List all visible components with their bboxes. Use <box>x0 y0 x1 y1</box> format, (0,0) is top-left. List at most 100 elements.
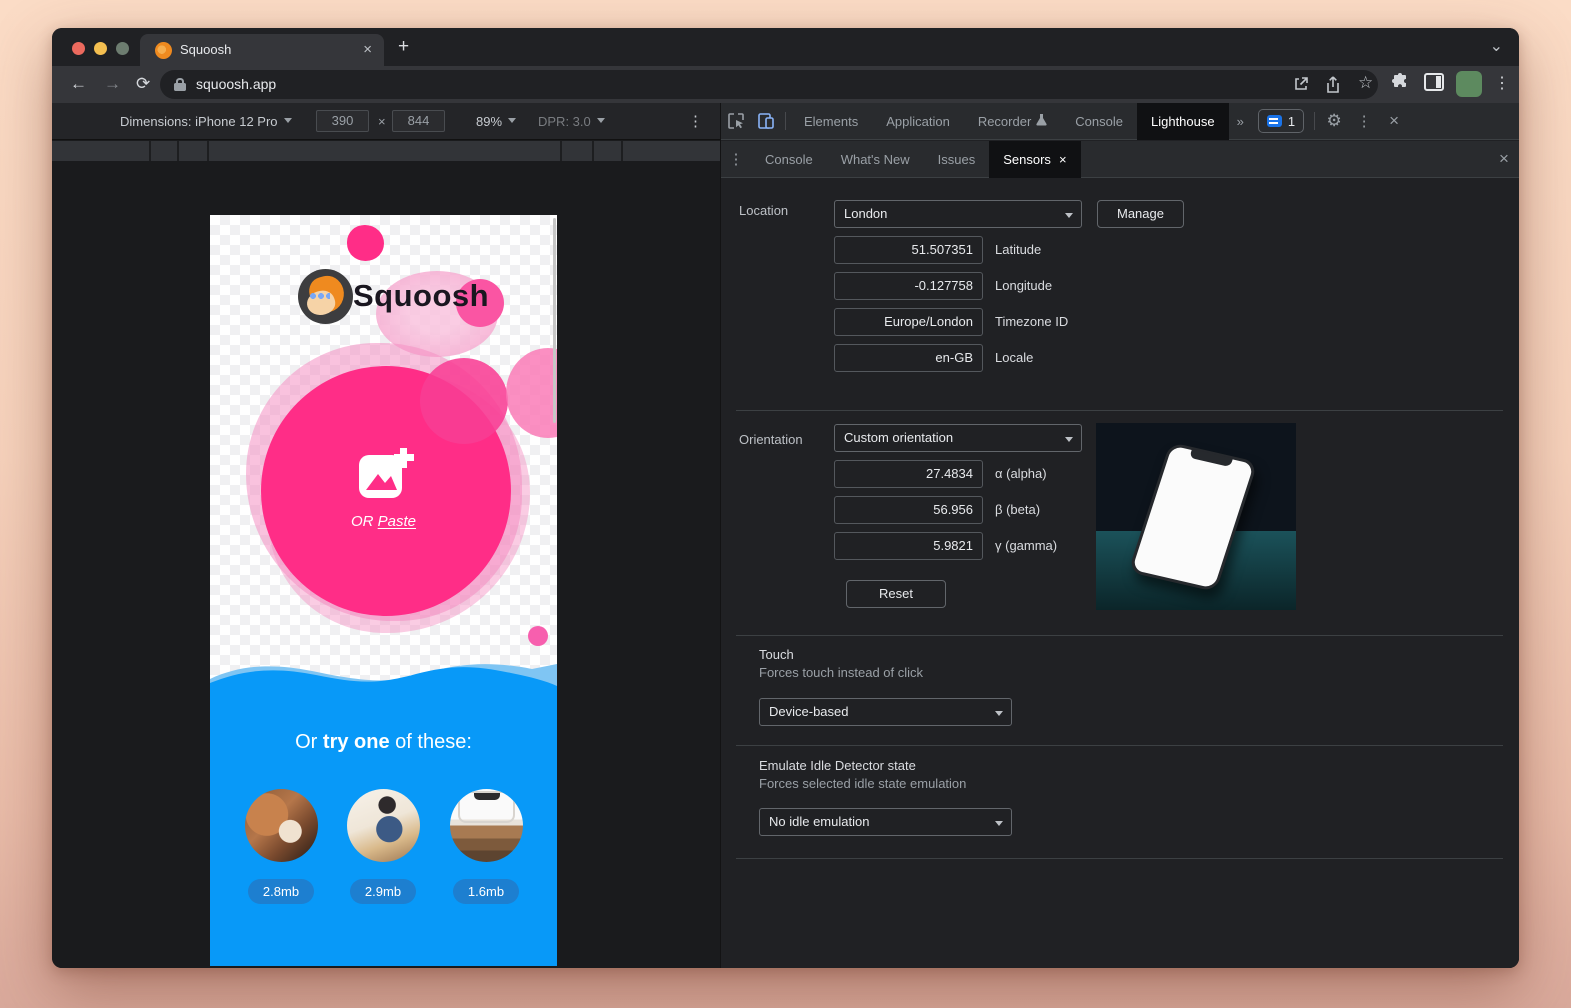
ruler-tick <box>621 141 623 161</box>
ruler-tick <box>560 141 562 161</box>
caret-down-icon <box>597 118 605 127</box>
minimize-window-button[interactable] <box>94 42 107 55</box>
device-select[interactable]: Dimensions: iPhone 12 Pro <box>120 114 292 129</box>
decor-pink-dot <box>347 225 384 261</box>
inspect-element-icon[interactable] <box>721 108 751 134</box>
maximize-window-button[interactable] <box>116 42 129 55</box>
sensors-panel: Location London Manage 51.507351 Latitud… <box>721 179 1519 968</box>
drawer-close-icon[interactable]: × <box>1489 146 1519 172</box>
device-ruler <box>52 141 720 161</box>
chat-bubble-icon <box>1267 115 1282 127</box>
tab-lighthouse[interactable]: Lighthouse <box>1137 103 1229 140</box>
reset-button[interactable]: Reset <box>846 580 946 608</box>
extensions-puzzle-icon[interactable] <box>1390 73 1410 93</box>
ruler-tick <box>149 141 151 161</box>
latitude-label: Latitude <box>995 236 1041 264</box>
devtools-tab-bar: Elements Application Recorder Console Li… <box>721 103 1519 140</box>
tab-console[interactable]: Console <box>1061 103 1137 140</box>
samples-section: Or try one of these: 2.8mb 2.9mb 1.6mb <box>210 693 557 966</box>
drawer-tab-bar: ⋮ Console What's New Issues Sensors× × <box>721 141 1519 178</box>
idle-title: Emulate Idle Detector state <box>759 758 916 773</box>
nails-shape <box>310 293 330 299</box>
idle-subtitle: Forces selected idle state emulation <box>759 776 966 791</box>
alpha-input[interactable]: 27.4834 <box>834 460 983 488</box>
open-in-new-icon[interactable] <box>1293 76 1309 92</box>
tab-close-icon[interactable]: × <box>363 41 372 58</box>
page-scrollbar[interactable] <box>553 218 556 423</box>
drawer-tab-whats-new[interactable]: What's New <box>827 141 924 178</box>
locale-label: Locale <box>995 344 1033 372</box>
drawer-tab-sensors[interactable]: Sensors× <box>989 141 1080 178</box>
squoosh-favicon-icon <box>155 42 172 59</box>
tab-elements[interactable]: Elements <box>790 103 872 140</box>
caret-down-icon <box>284 118 292 127</box>
orientation-label: Orientation <box>739 432 803 447</box>
paste-link[interactable]: Paste <box>378 513 416 530</box>
close-window-button[interactable] <box>72 42 85 55</box>
phone-notch <box>1189 449 1233 467</box>
browser-menu-icon[interactable]: ⋮ <box>1494 73 1510 93</box>
device-toolbar-toggle-icon[interactable] <box>751 108 781 134</box>
latitude-input[interactable]: 51.507351 <box>834 236 983 264</box>
devtools-pane: Elements Application Recorder Console Li… <box>720 103 1519 968</box>
sample-red-panda-photo[interactable] <box>245 789 318 862</box>
decor-pink-dot-small <box>528 626 548 646</box>
touch-select[interactable]: Device-based <box>759 698 1012 726</box>
sample-artwork-illustration[interactable] <box>347 789 420 862</box>
share-icon[interactable] <box>1325 76 1341 94</box>
experiment-flask-icon <box>1036 113 1047 126</box>
decor-blob-top-right <box>420 358 508 444</box>
location-preset-select[interactable]: London <box>834 200 1082 228</box>
gamma-input[interactable]: 5.9821 <box>834 532 983 560</box>
beta-input[interactable]: 56.956 <box>834 496 983 524</box>
drawer-tab-issues[interactable]: Issues <box>924 141 990 178</box>
devtools-close-icon[interactable]: × <box>1379 108 1409 134</box>
more-tabs-icon[interactable]: » <box>1229 103 1252 140</box>
orientation-preview[interactable] <box>1096 423 1296 610</box>
new-tab-button[interactable]: + <box>398 36 409 58</box>
longitude-input[interactable]: -0.127758 <box>834 272 983 300</box>
sensors-tab-close-icon[interactable]: × <box>1059 152 1067 167</box>
dpr-select[interactable]: DPR: 3.0 <box>538 114 605 129</box>
add-image-icon[interactable] <box>356 445 416 506</box>
profile-avatar[interactable] <box>1456 71 1482 97</box>
device-toolbar-menu-icon[interactable]: ⋮ <box>688 112 703 130</box>
tab-application[interactable]: Application <box>872 103 964 140</box>
zoom-select[interactable]: 89% <box>476 114 516 129</box>
devtools-settings-icon[interactable]: ⚙ <box>1319 108 1349 134</box>
beta-label: β (beta) <box>995 496 1040 524</box>
browser-toolbar: ← → ⟳ squoosh.app ☆ ⋮ <box>52 66 1519 103</box>
orientation-preset-select[interactable]: Custom orientation <box>834 424 1082 452</box>
section-separator <box>736 635 1503 636</box>
tab-title: Squoosh <box>180 42 231 57</box>
ruler-tick <box>177 141 179 161</box>
decor-blob-right <box>506 348 557 438</box>
drawer-menu-icon[interactable]: ⋮ <box>721 146 751 172</box>
browser-tab[interactable]: Squoosh × <box>140 34 384 66</box>
idle-select[interactable]: No idle emulation <box>759 808 1012 836</box>
locale-input[interactable]: en-GB <box>834 344 983 372</box>
tab-search-chevron-icon[interactable]: ⌄ <box>1490 36 1503 56</box>
ruler-tick <box>207 141 209 161</box>
divider <box>1314 112 1315 130</box>
back-icon[interactable]: ← <box>70 74 87 94</box>
timezone-input[interactable]: Europe/London <box>834 308 983 336</box>
sample-phone-screenshot[interactable] <box>450 789 523 862</box>
drawer-tab-console[interactable]: Console <box>751 141 827 178</box>
squoosh-logo-icon <box>298 269 353 324</box>
forward-icon[interactable]: → <box>104 74 121 94</box>
reload-icon[interactable]: ⟳ <box>136 74 150 94</box>
address-bar[interactable]: squoosh.app ☆ <box>160 70 1378 99</box>
devtools-menu-icon[interactable]: ⋮ <box>1349 108 1379 134</box>
viewport-width-input[interactable]: 390 <box>316 110 369 132</box>
location-label: Location <box>739 203 788 218</box>
bookmark-star-icon[interactable]: ☆ <box>1358 73 1373 93</box>
tab-recorder[interactable]: Recorder <box>964 103 1061 140</box>
manage-button[interactable]: Manage <box>1097 200 1184 228</box>
viewport-height-input[interactable]: 844 <box>392 110 445 132</box>
feedback-chat-badge[interactable]: 1 <box>1258 109 1304 133</box>
emulation-pane: Dimensions: iPhone 12 Pro 390 × 844 89% … <box>52 103 720 968</box>
side-panel-icon[interactable] <box>1424 73 1444 91</box>
alpha-label: α (alpha) <box>995 460 1047 488</box>
samples-headline: Or try one of these: <box>210 731 557 754</box>
